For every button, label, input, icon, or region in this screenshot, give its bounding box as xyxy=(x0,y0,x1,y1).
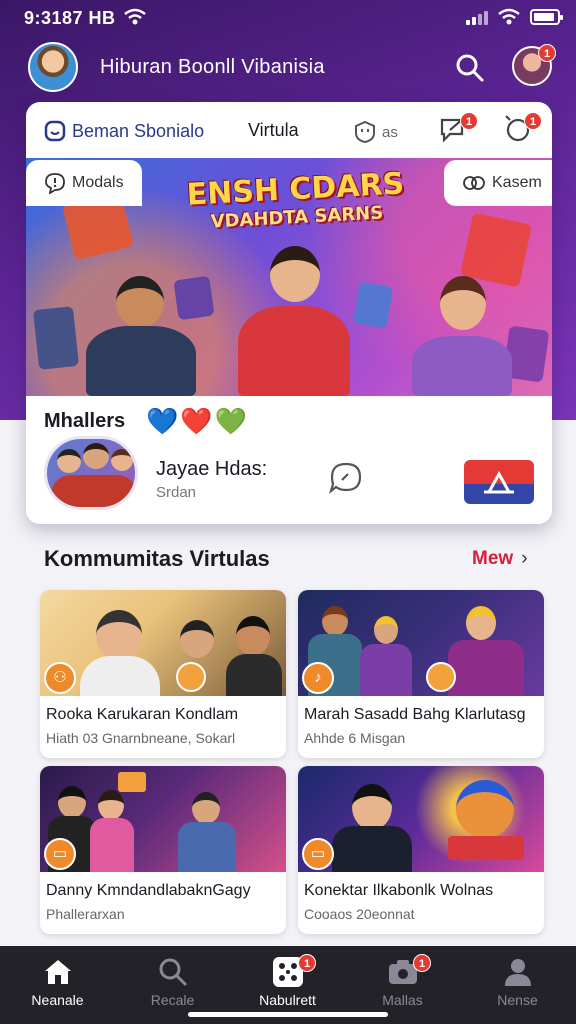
heart-icon: 💚 xyxy=(214,406,248,436)
person-center-illustration xyxy=(234,246,354,396)
members-label: Mhallers xyxy=(44,410,126,432)
community-type-icon: ⚇ xyxy=(44,662,76,694)
community-card[interactable]: ▭ Danny KmndandlabaknGagy Phallerarxan xyxy=(40,766,286,934)
community-subtitle: Ahhde 6 Misgan xyxy=(304,730,406,746)
app-title: Hiburan Boonll Vibanisia xyxy=(100,56,325,78)
heart-icon: 💙 xyxy=(146,406,179,436)
nav-label: Recale xyxy=(150,992,195,1008)
search-icon xyxy=(159,958,187,986)
music-icon xyxy=(426,662,456,692)
alert-bubble-icon xyxy=(45,173,65,194)
nav-label: Nabulrett xyxy=(259,992,316,1008)
nav-item-profile[interactable]: Nense xyxy=(460,946,575,1024)
chip-label: Kasem xyxy=(492,174,542,191)
tab-status[interactable]: as xyxy=(354,120,398,144)
notification-badge: 1 xyxy=(524,112,542,130)
chip-label: Modals xyxy=(72,174,124,191)
app-header: Hiburan Boonll Vibanisia 1 xyxy=(0,38,576,96)
community-subtitle: Hiath 03 Gnarnbneane, Sokarl xyxy=(46,730,236,746)
group-avatar[interactable] xyxy=(44,436,138,510)
music-icon xyxy=(176,662,206,692)
community-type-icon: ▭ xyxy=(44,838,76,870)
status-bar: 9:3187 HB xyxy=(0,0,576,36)
members-panel: Mhallers 💙 ❤️ 💚 Jayae Hdas: Srdan xyxy=(26,396,552,524)
profile-notification-badge: 1 xyxy=(538,44,556,62)
chat-bubble-icon[interactable] xyxy=(328,460,364,496)
community-subtitle: Cooaos 20eonnat xyxy=(304,906,415,922)
featured-card: Beman Sbonialo Virtula as 1 1 ENSH CDARS… xyxy=(26,102,552,524)
tab-bar: Beman Sbonialo Virtula as 1 1 xyxy=(26,102,552,158)
community-type-icon: ▭ xyxy=(302,838,334,870)
screen-decoration xyxy=(32,306,80,370)
card-decoration xyxy=(352,281,394,329)
nav-label: Nense xyxy=(497,992,538,1008)
community-badge: 1 xyxy=(298,954,316,972)
group-subtitle: Srdan xyxy=(156,484,197,501)
signal-icon xyxy=(466,9,488,25)
shield-icon xyxy=(355,120,375,144)
home-icon xyxy=(45,960,71,984)
community-card-image xyxy=(298,766,544,872)
community-title: Rooka Karukaran Kondlam xyxy=(46,706,239,723)
community-card[interactable]: ▭ Konektar Ilkabonlk Wolnas Cooaos 20eon… xyxy=(298,766,544,934)
banner-title: ENSH CDARS VDAHDTA SARNS xyxy=(175,166,418,234)
chip-kasem[interactable]: Kasem xyxy=(444,160,552,206)
smile-icon xyxy=(44,120,66,142)
media-badge: 1 xyxy=(413,954,431,972)
community-title: Danny KmndandlabaknGagy xyxy=(46,882,251,899)
community-type-icon: ♪ xyxy=(302,662,334,694)
community-title: Konektar Ilkabonlk Wolnas xyxy=(304,882,494,899)
community-title: Marah Sasadd Bahg Klarlutasg xyxy=(304,706,526,723)
community-card[interactable]: ♪ Marah Sasadd Bahg Klarlutasg Ahhde 6 M… xyxy=(298,590,544,758)
join-button[interactable] xyxy=(464,460,534,504)
nav-label: Neanale xyxy=(31,992,84,1008)
community-card-image xyxy=(298,590,544,696)
tab-teman-sosial[interactable]: Beman Sbonialo xyxy=(44,120,204,142)
person-icon xyxy=(505,959,531,986)
heart-icon: ❤️ xyxy=(180,406,213,436)
tab-virtula[interactable]: Virtula xyxy=(248,120,299,141)
link-icon xyxy=(463,176,485,190)
see-more-link[interactable]: Mew › xyxy=(472,548,528,570)
person-right-illustration xyxy=(406,276,516,396)
community-card-image xyxy=(40,590,286,696)
status-time: 9:3187 HB xyxy=(24,8,116,28)
battery-icon xyxy=(530,9,563,25)
wifi-icon xyxy=(498,8,520,25)
chip-modals[interactable]: Modals xyxy=(26,160,142,206)
nav-item-home[interactable]: Neanale xyxy=(0,946,115,1024)
group-name: Jayae Hdas: xyxy=(156,458,268,480)
person-left-illustration xyxy=(86,276,196,396)
message-badge: 1 xyxy=(460,112,478,130)
tab-label: Virtula xyxy=(248,120,299,140)
search-icon[interactable] xyxy=(454,52,486,84)
wifi-icon xyxy=(124,8,146,25)
community-card[interactable]: ⚇ Rooka Karukaran Kondlam Hiath 03 Gnarn… xyxy=(40,590,286,758)
tent-icon xyxy=(484,470,514,494)
home-indicator xyxy=(188,1012,388,1017)
reactions-row[interactable]: 💙 ❤️ 💚 xyxy=(146,406,247,437)
community-card-image xyxy=(40,766,286,872)
section-title: Kommumitas Virtulas xyxy=(44,546,270,571)
user-avatar[interactable] xyxy=(28,42,78,92)
nav-label: Mallas xyxy=(382,992,423,1008)
see-more-label: Mew xyxy=(472,548,514,569)
tab-label: as xyxy=(382,123,398,141)
tab-label: Beman Sbonialo xyxy=(72,120,205,141)
community-subtitle: Phallerarxan xyxy=(46,906,125,922)
chevron-right-icon: › xyxy=(521,548,528,569)
